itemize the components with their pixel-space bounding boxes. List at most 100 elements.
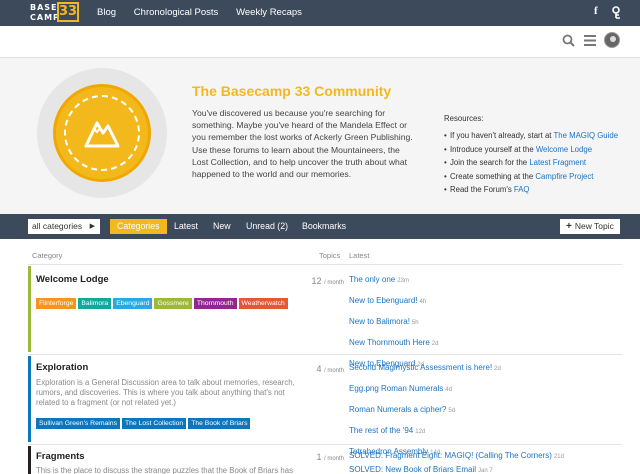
resource-link-campfire-project[interactable]: Campfire Project bbox=[535, 172, 593, 181]
subcategory-tag[interactable]: The Book of Briars bbox=[188, 418, 251, 429]
column-header-topics: Topics bbox=[319, 251, 341, 260]
latest-topic-link[interactable]: New Thornmouth Here bbox=[349, 338, 430, 347]
latest-topic: New to Balimora! 5h bbox=[349, 317, 438, 338]
resource-item: Introduce yourself at the Welcome Lodge bbox=[444, 143, 618, 157]
search-icon[interactable] bbox=[562, 34, 575, 50]
subcategory-tag[interactable]: Gossmere bbox=[154, 298, 192, 309]
hamburger-menu-icon[interactable] bbox=[584, 35, 596, 49]
topic-count-unit: / month bbox=[323, 368, 344, 374]
latest-topic-age: 5d bbox=[448, 408, 456, 414]
resource-text: Read the Forum's bbox=[450, 185, 514, 194]
category-welcome-lodge[interactable]: Welcome Lodge bbox=[36, 274, 109, 285]
resource-item: Join the search for the Latest Fragment bbox=[444, 156, 618, 170]
subcategory-tag[interactable]: Sullivan Green's Remains bbox=[36, 418, 120, 429]
subcategory-tag[interactable]: Flinterforge bbox=[36, 298, 77, 309]
nav-weekly-recaps[interactable]: Weekly Recaps bbox=[236, 7, 302, 18]
latest-topic-age: 12d bbox=[415, 429, 426, 435]
resource-item: Create something at the Campfire Project bbox=[444, 170, 618, 184]
nav-chronological-posts[interactable]: Chronological Posts bbox=[134, 7, 219, 18]
tab-bookmarks[interactable]: Bookmarks bbox=[302, 219, 346, 234]
header-row bbox=[0, 26, 640, 58]
latest-topic: Roman Numerals a cipher? 5d bbox=[349, 405, 501, 426]
latest-topic: The only one 23m bbox=[349, 275, 438, 296]
logo-line2: CAMP bbox=[30, 13, 60, 22]
category-fragments[interactable]: Fragments bbox=[36, 451, 85, 462]
latest-topic-link[interactable]: The only one bbox=[349, 275, 395, 284]
category-dropdown[interactable]: all categories ▶ bbox=[28, 219, 100, 234]
latest-topic-age: Jan 7 bbox=[478, 468, 493, 474]
latest-topic: Second Magimystic Assessment is here! 2d bbox=[349, 363, 501, 384]
category-color-bar bbox=[28, 446, 31, 474]
topic-count-unit: / month bbox=[323, 456, 344, 462]
topic-count: 12 / month bbox=[311, 276, 344, 286]
badge-coin bbox=[53, 84, 151, 182]
subcategory-tag[interactable]: Balimora bbox=[78, 298, 112, 309]
latest-topic-age: 2d bbox=[431, 341, 439, 347]
topic-count-value: 12 bbox=[311, 276, 322, 286]
latest-topic-link[interactable]: New to Balimora! bbox=[349, 317, 410, 326]
divider bbox=[28, 264, 622, 265]
mountain-icon bbox=[84, 121, 120, 148]
topic-count-value: 1 bbox=[316, 452, 322, 462]
subcategory-tags: Flinterforge Balimora Ebenguard Gossmere Tho… bbox=[36, 297, 296, 314]
column-header-latest: Latest bbox=[349, 251, 370, 260]
category-dropdown-label: all categories bbox=[32, 221, 83, 231]
latest-topic-link[interactable]: The rest of the '94 bbox=[349, 426, 413, 435]
resource-item: If you haven't already, start at The MAG… bbox=[444, 129, 618, 143]
latest-topic: New Thornmouth Here 2d bbox=[349, 338, 438, 359]
latest-topic-link[interactable]: SOLVED: New Book of Briars Email bbox=[349, 465, 476, 474]
new-topic-button[interactable]: + New Topic bbox=[560, 219, 620, 234]
site-logo[interactable]: BASE CAMP 33 bbox=[30, 2, 79, 24]
resource-link-faq[interactable]: FAQ bbox=[514, 185, 530, 194]
logo-line1: BASE bbox=[30, 3, 58, 12]
nav-blog[interactable]: Blog bbox=[97, 7, 116, 18]
latest-topic-age: 5h bbox=[411, 320, 419, 326]
topic-count: 1 / month bbox=[316, 452, 344, 462]
latest-topic: SOLVED: Fragment Eight: MAGIQ! (Calling … bbox=[349, 451, 564, 465]
latest-topic-age: 23m bbox=[397, 278, 409, 284]
resource-link-welcome-lodge[interactable]: Welcome Lodge bbox=[536, 145, 592, 154]
tab-unread[interactable]: Unread (2) bbox=[246, 219, 288, 234]
user-avatar[interactable] bbox=[604, 32, 620, 48]
discord-icon[interactable] bbox=[611, 6, 623, 23]
latest-topic: Egg.png Roman Numerals 4d bbox=[349, 384, 501, 405]
category-description: This is the place to discuss the strange… bbox=[36, 466, 293, 474]
latest-topic-link[interactable]: Roman Numerals a cipher? bbox=[349, 405, 446, 414]
resources-title: Resources: bbox=[444, 114, 484, 123]
latest-topic-link[interactable]: Egg.png Roman Numerals bbox=[349, 384, 443, 393]
facebook-icon[interactable]: f bbox=[594, 5, 598, 17]
column-header-category: Category bbox=[32, 251, 63, 260]
tab-latest[interactable]: Latest bbox=[174, 219, 198, 234]
resource-link-magiq-guide[interactable]: The MAGIQ Guide bbox=[553, 131, 618, 140]
category-nav-bar: all categories ▶ Categories Latest New U… bbox=[0, 214, 640, 239]
tab-new[interactable]: New bbox=[213, 219, 231, 234]
latest-topic-link[interactable]: New to Ebenguard! bbox=[349, 296, 418, 305]
plus-icon: + bbox=[566, 221, 572, 232]
community-badge bbox=[37, 68, 167, 198]
latest-topic: New to Ebenguard! 4h bbox=[349, 296, 438, 317]
divider bbox=[28, 444, 622, 445]
banner-text: You've discovered us because you're sear… bbox=[192, 108, 413, 180]
latest-topic-link[interactable]: Second Magimystic Assessment is here! bbox=[349, 363, 492, 372]
latest-topic-age: 4d bbox=[445, 387, 452, 393]
top-nav: Blog Chronological Posts Weekly Recaps bbox=[97, 7, 317, 18]
logo-number: 33 bbox=[57, 2, 79, 22]
topic-count-value: 4 bbox=[316, 364, 322, 374]
resource-text: Create something at the bbox=[450, 171, 536, 181]
caret-right-icon: ▶ bbox=[89, 223, 95, 230]
subcategory-tag[interactable]: The Lost Collection bbox=[122, 418, 187, 429]
resource-text: Join the search for the bbox=[450, 158, 530, 167]
subcategory-tag[interactable]: Weatherwatch bbox=[238, 298, 288, 309]
latest-topic: SOLVED: New Book of Briars Email Jan 7 bbox=[349, 465, 564, 474]
subcategory-tag[interactable]: Ebenguard bbox=[113, 298, 153, 309]
subcategory-tag[interactable]: Thornmouth bbox=[193, 298, 237, 309]
topic-count: 4 / month bbox=[316, 364, 344, 374]
resource-text: If you haven't already, start at bbox=[450, 131, 554, 140]
resource-item: Read the Forum's FAQ bbox=[444, 183, 618, 197]
new-topic-label: New Topic bbox=[574, 221, 614, 231]
category-exploration[interactable]: Exploration bbox=[36, 362, 88, 373]
resource-link-latest-fragment[interactable]: Latest Fragment bbox=[529, 158, 586, 167]
latest-topic-link[interactable]: SOLVED: Fragment Eight: MAGIQ! (Calling … bbox=[349, 451, 552, 460]
latest-topic-age: 4h bbox=[419, 299, 427, 305]
tab-categories[interactable]: Categories bbox=[110, 219, 167, 234]
